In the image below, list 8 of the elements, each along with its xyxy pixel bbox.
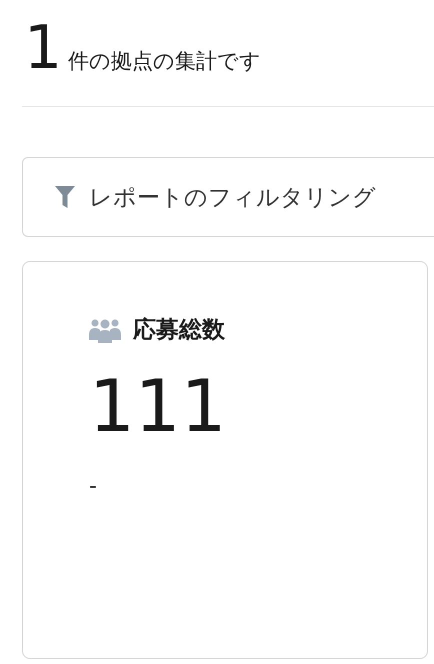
filter-icon	[55, 186, 75, 208]
people-icon	[89, 316, 121, 342]
summary-count: 1	[24, 12, 62, 85]
card-note: -	[89, 474, 98, 500]
card-value: 111	[89, 367, 228, 446]
summary-text: 件の拠点の集計です	[68, 48, 262, 75]
filter-button[interactable]: レポートのフィルタリング	[22, 157, 434, 237]
card-title: 応募総数	[133, 316, 225, 345]
